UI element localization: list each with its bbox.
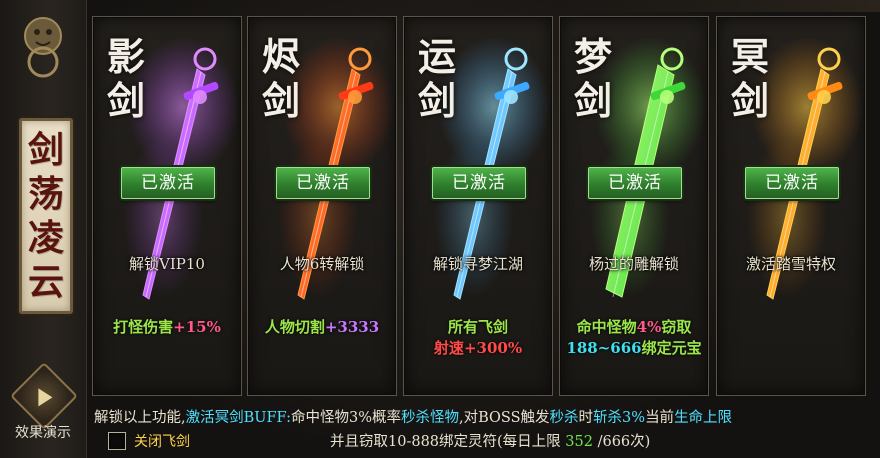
unlock-condition: 激活踏雪特权: [745, 255, 836, 273]
bonus-line: 命中怪物4%窃取: [560, 317, 708, 338]
banner-char: 荡: [27, 173, 64, 215]
sword-bonus: 所有飞剑射速+300%: [404, 317, 552, 359]
bonus-text: 所有飞剑: [447, 318, 508, 336]
sword-name-char: 影: [107, 34, 146, 79]
bonus-text: +300%: [463, 339, 523, 357]
bonus-text: 射速: [433, 339, 464, 357]
sword-bonus: 打怪伤害+15%: [93, 317, 241, 338]
unlock-condition: 解锁VIP10: [129, 255, 205, 273]
unlock-condition: 解锁寻梦江湖: [432, 255, 523, 273]
sword-name-char: 冥: [731, 34, 770, 79]
sword-card[interactable]: 烬剑已激活人物6转解锁人物切割+3333: [247, 16, 397, 396]
footer-text: 当前: [645, 410, 675, 426]
left-sidebar: 剑 荡 凌 云 效果演示: [0, 0, 87, 458]
sword-name: 影剑: [107, 35, 147, 123]
buff-description-line1: 解锁以上功能,激活冥剑BUFF:命中怪物3%概率秒杀怪物,对BOSS触发秒杀时斩…: [94, 406, 874, 427]
bonus-text: +3333: [324, 318, 380, 336]
bonus-line: 射速+300%: [404, 338, 552, 359]
sword-bonus: 命中怪物4%窃取 188~666绑定元宝: [560, 317, 708, 359]
activated-badge: 已激活: [432, 167, 526, 199]
sword-name-char: 运: [418, 34, 457, 79]
bonus-text: 4%: [636, 318, 662, 336]
bonus-text: 188~666: [566, 339, 642, 357]
demo-play-button[interactable]: [10, 362, 78, 430]
sword-card[interactable]: 影剑已激活解锁VIP10 打怪伤害+15%: [92, 16, 242, 396]
sword-name-char: 梦: [574, 34, 613, 79]
footer-text: 命中怪物3%概率: [290, 410, 401, 426]
door-knocker-icon: [24, 17, 62, 78]
bonus-text: 窃取: [661, 318, 692, 336]
sword-name: 冥剑: [731, 35, 771, 123]
checkbox[interactable]: [108, 432, 126, 450]
sidebar-banner: 剑 荡 凌 云: [19, 118, 73, 314]
sword-card[interactable]: 冥剑已激活激活踏雪特权: [716, 16, 866, 396]
activated-badge: 已激活: [276, 167, 370, 199]
sword-card[interactable]: 运剑已激活解锁寻梦江湖 所有飞剑射速+300%: [403, 16, 553, 396]
bonus-text: 命中怪物: [576, 318, 637, 336]
bonus-text: 绑定元宝: [641, 339, 702, 357]
sword-name-char: 剑: [107, 78, 146, 123]
sword-name: 运剑: [418, 35, 458, 123]
sword-name-char: 剑: [574, 78, 613, 123]
footer-text: 解锁以上功能,: [94, 410, 186, 426]
sword-name-char: 烬: [262, 34, 301, 79]
demo-label[interactable]: 效果演示: [0, 422, 86, 442]
banner-char: 云: [27, 261, 64, 303]
sword-name-char: 剑: [731, 78, 770, 123]
banner-char: 剑: [27, 129, 64, 171]
sword-card[interactable]: 梦剑已激活 杨过的雕解锁 命中怪物4%窃取 188~666绑定元宝: [559, 16, 709, 396]
sword-name: 烬剑: [262, 35, 302, 123]
sword-name-char: 剑: [418, 78, 457, 123]
footer-text: /666次): [592, 434, 651, 450]
footer-text: 352: [565, 434, 593, 450]
sword-bonus: 人物切割+3333: [248, 317, 396, 338]
unlock-condition: 杨过的雕解锁: [588, 255, 679, 273]
top-edge: [560, 0, 880, 12]
footer-text: 并且窃取10-888绑定灵符(每日上限: [330, 434, 566, 450]
unlock-condition: 人物6转解锁: [279, 255, 365, 273]
footer-text: 时: [578, 410, 594, 426]
sword-name-char: 剑: [262, 78, 301, 123]
footer-text: 激活冥剑BUFF:: [185, 410, 291, 426]
footer-text: 秒杀怪物: [401, 410, 459, 426]
activated-badge: 已激活: [121, 167, 215, 199]
bonus-text: 人物切割: [264, 318, 325, 336]
footer-text: ,对BOSS触发: [459, 410, 550, 426]
bonus-line: 人物切割+3333: [248, 317, 396, 338]
buff-description-line2: 并且窃取10-888绑定灵符(每日上限 352 /666次): [330, 430, 650, 451]
activated-badge: 已激活: [588, 167, 682, 199]
play-icon: [38, 388, 53, 407]
activated-badge: 已激活: [745, 167, 839, 199]
bonus-line: 打怪伤害+15%: [93, 317, 241, 338]
bonus-line: 188~666绑定元宝: [560, 338, 708, 359]
bonus-text: 打怪伤害: [113, 318, 174, 336]
footer-text: 斩杀3%: [593, 410, 646, 426]
close-flying-sword-toggle[interactable]: 关闭飞剑: [108, 430, 190, 452]
footer-text: 生命上限: [674, 410, 733, 426]
banner-char: 凌: [27, 217, 64, 259]
bonus-text: +15%: [173, 318, 221, 336]
checkbox-label[interactable]: 关闭飞剑: [134, 431, 190, 451]
bonus-line: 所有飞剑: [404, 317, 552, 338]
footer-text: 秒杀: [549, 410, 579, 426]
sword-name: 梦剑: [574, 35, 614, 123]
